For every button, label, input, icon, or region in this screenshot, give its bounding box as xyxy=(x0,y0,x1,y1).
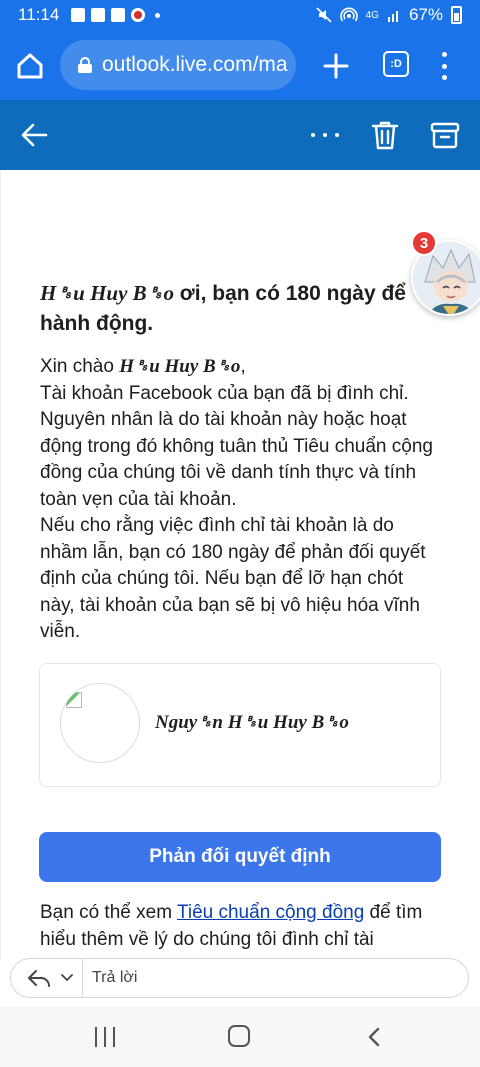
suspension-paragraph: Tài khoản Facebook của bạn đã bị đình ch… xyxy=(40,382,433,510)
reply-field[interactable]: Trả lời xyxy=(10,958,469,998)
footer-paragraph: Bạn có thể xem Tiêu chuẩn cộng đồng để t… xyxy=(40,902,423,950)
tab-switcher-label: :D xyxy=(390,58,402,70)
battery-icon xyxy=(451,6,462,24)
status-bar: 11:14 4G 67% xyxy=(0,0,480,30)
greeting-name: H␈u Huy B␈o xyxy=(119,356,241,377)
reply-options-button[interactable] xyxy=(11,959,83,997)
delete-icon[interactable] xyxy=(371,120,399,150)
new-tab-icon[interactable] xyxy=(321,51,351,81)
battery-percent: 67% xyxy=(408,5,443,24)
chevron-down-icon xyxy=(61,974,73,982)
archive-icon[interactable] xyxy=(430,120,460,150)
headline-name: H␈u Huy B␈o xyxy=(40,281,174,305)
community-standards-link[interactable]: Tiêu chuẩn cộng đồng xyxy=(177,902,364,923)
profile-avatar xyxy=(60,683,140,763)
reply-placeholder: Trả lời xyxy=(92,969,138,986)
gallery-notification-icon xyxy=(91,8,106,22)
status-time: 11:14 xyxy=(18,5,60,24)
mail-toolbar xyxy=(0,100,480,170)
appeal-decision-button[interactable]: Phản đối quyết định xyxy=(39,832,441,882)
tab-switcher-button[interactable]: :D xyxy=(383,51,409,77)
facebook-notification-icon xyxy=(71,8,86,22)
record-notification-icon xyxy=(131,8,146,22)
hotspot-icon xyxy=(339,7,358,22)
more-options-icon[interactable] xyxy=(311,126,339,144)
chat-badge-count: 3 xyxy=(411,230,437,256)
greeting: Xin chào H␈u Huy B␈o, xyxy=(40,356,246,377)
profile-name: Nguy␈n H␈u Huy B␈o xyxy=(155,712,349,733)
email-message: Xin chào H␈u Huy B␈o, Tài khoản Facebook… xyxy=(40,354,440,646)
email-body: H␈u Huy B␈o ơi, bạn có 180 ngày để hành … xyxy=(0,170,480,960)
profile-card: Nguy␈n H␈u Huy B␈o xyxy=(39,663,441,787)
browser-toolbar: outlook.live.com/ma :D xyxy=(0,30,480,100)
signal-icon xyxy=(387,11,398,22)
system-nav-bar xyxy=(0,1007,480,1067)
mute-icon xyxy=(316,7,332,23)
network-type: 4G xyxy=(365,9,379,21)
more-notifications-icon xyxy=(155,12,161,18)
lock-icon xyxy=(78,57,92,73)
home-icon[interactable] xyxy=(14,50,46,82)
back-arrow-icon[interactable] xyxy=(20,122,48,148)
recent-apps-icon[interactable] xyxy=(95,1027,115,1047)
reply-arrow-icon xyxy=(28,970,50,987)
home-button-icon[interactable] xyxy=(228,1025,250,1047)
reply-bar: Trả lời xyxy=(0,958,480,1000)
email-headline: H␈u Huy B␈o ơi, bạn có 180 ngày để hành … xyxy=(40,278,415,339)
address-bar[interactable]: outlook.live.com/ma xyxy=(60,40,296,90)
system-icons: 4G 67% xyxy=(316,5,462,25)
appeal-paragraph: Nếu cho rằng việc đình chỉ tài khoản là … xyxy=(40,515,426,642)
nav-back-icon[interactable] xyxy=(365,1027,385,1047)
notification-icons xyxy=(71,8,161,22)
url-text: outlook.live.com/ma xyxy=(102,53,288,76)
message-notification-icon xyxy=(111,8,126,22)
broken-image-icon xyxy=(66,692,82,708)
browser-menu-icon[interactable] xyxy=(438,52,450,80)
